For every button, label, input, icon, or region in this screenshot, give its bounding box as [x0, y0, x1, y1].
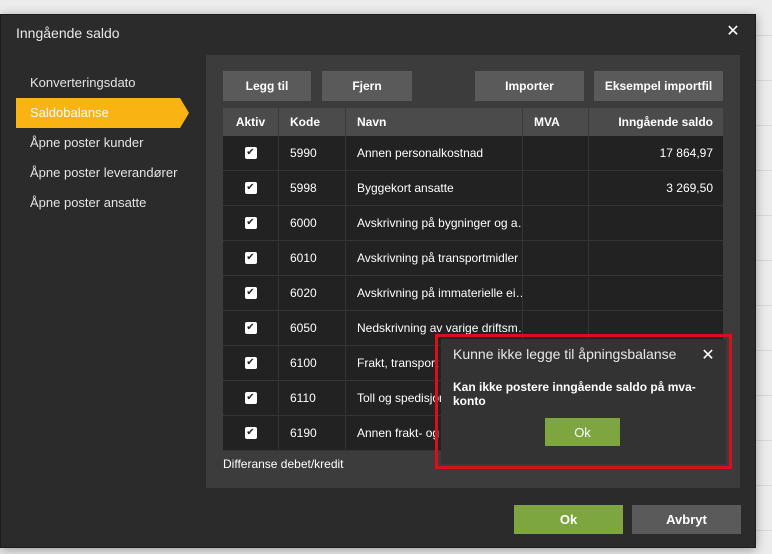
cell-navn: Annen personalkostnad	[346, 136, 523, 170]
cell-kode: 5998	[279, 171, 346, 205]
alert-ok-button[interactable]: Ok	[545, 418, 620, 446]
close-icon[interactable]: ✕	[725, 24, 741, 40]
checkbox-checked-icon[interactable]: ✔	[244, 287, 257, 299]
table-row[interactable]: ✔ 5990 Annen personalkostnad 17 864,97	[223, 136, 723, 171]
checkbox-checked-icon[interactable]: ✔	[244, 217, 257, 229]
sidebar-item-konverteringsdato[interactable]: Konverteringsdato	[16, 68, 201, 98]
sidebar-item-apne-poster-ansatte[interactable]: Åpne poster ansatte	[16, 188, 201, 218]
table-row[interactable]: ✔ 5998 Byggekort ansatte 3 269,50	[223, 171, 723, 206]
table-row[interactable]: ✔ 6020 Avskrivning på immaterielle ei…	[223, 276, 723, 311]
cell-kode: 6050	[279, 311, 346, 345]
cancel-button[interactable]: Avbryt	[632, 505, 741, 534]
cell-kode: 6000	[279, 206, 346, 240]
table-row[interactable]: ✔ 6000 Avskrivning på bygninger og a…	[223, 206, 723, 241]
error-alert-dialog: Kunne ikke legge til åpningsbalanse ✕ Ka…	[441, 339, 726, 464]
header-inngaende-saldo[interactable]: Inngående saldo	[589, 108, 723, 136]
ok-button[interactable]: Ok	[514, 505, 623, 534]
dialog-title: Inngående saldo	[16, 25, 120, 41]
cell-navn: Byggekort ansatte	[346, 171, 523, 205]
header-navn[interactable]: Navn	[346, 108, 523, 136]
sidebar: Konverteringsdato Saldobalanse Åpne post…	[16, 68, 201, 218]
cell-kode: 6100	[279, 346, 346, 380]
header-aktiv[interactable]: Aktiv	[223, 108, 279, 136]
close-icon[interactable]: ✕	[700, 345, 716, 365]
cell-saldo[interactable]: 17 864,97	[589, 136, 723, 170]
import-button[interactable]: Importer	[475, 71, 584, 101]
header-kode[interactable]: Kode	[279, 108, 346, 136]
checkbox-checked-icon[interactable]: ✔	[244, 322, 257, 334]
cell-saldo[interactable]	[589, 276, 723, 310]
cell-mva[interactable]	[523, 276, 589, 310]
cell-navn: Avskrivning på immaterielle ei…	[346, 276, 523, 310]
checkbox-checked-icon[interactable]: ✔	[244, 182, 257, 194]
checkbox-checked-icon[interactable]: ✔	[244, 357, 257, 369]
header-mva[interactable]: MVA	[523, 108, 589, 136]
sidebar-item-apne-poster-leverandorer[interactable]: Åpne poster leverandører	[16, 158, 201, 188]
remove-button[interactable]: Fjern	[322, 71, 412, 101]
cell-saldo[interactable]: 3 269,50	[589, 171, 723, 205]
sidebar-item-saldobalanse[interactable]: Saldobalanse	[16, 98, 189, 128]
cell-navn: Avskrivning på transportmidler	[346, 241, 523, 275]
cell-mva[interactable]	[523, 206, 589, 240]
cell-kode: 6110	[279, 381, 346, 415]
cell-saldo[interactable]	[589, 206, 723, 240]
alert-title: Kunne ikke legge til åpningsbalanse	[453, 346, 677, 362]
table-row[interactable]: ✔ 6010 Avskrivning på transportmidler	[223, 241, 723, 276]
cell-mva[interactable]	[523, 136, 589, 170]
checkbox-checked-icon[interactable]: ✔	[244, 252, 257, 264]
cell-kode: 5990	[279, 136, 346, 170]
checkbox-checked-icon[interactable]: ✔	[244, 147, 257, 159]
alert-message: Kan ikke postere inngående saldo på mva-…	[453, 380, 696, 408]
cell-saldo[interactable]	[589, 241, 723, 275]
sidebar-item-apne-poster-kunder[interactable]: Åpne poster kunder	[16, 128, 201, 158]
checkbox-checked-icon[interactable]: ✔	[244, 392, 257, 404]
example-import-file-button[interactable]: Eksempel importfil	[594, 71, 723, 101]
cell-navn: Avskrivning på bygninger og a…	[346, 206, 523, 240]
cell-kode: 6190	[279, 416, 346, 450]
add-button[interactable]: Legg til	[223, 71, 311, 101]
difference-label: Differanse debet/kredit	[223, 457, 344, 471]
cell-mva[interactable]	[523, 241, 589, 275]
cell-kode: 6020	[279, 276, 346, 310]
checkbox-checked-icon[interactable]: ✔	[244, 427, 257, 439]
grid-header: Aktiv Kode Navn MVA Inngående saldo	[223, 108, 723, 136]
cell-kode: 6010	[279, 241, 346, 275]
cell-mva[interactable]	[523, 171, 589, 205]
